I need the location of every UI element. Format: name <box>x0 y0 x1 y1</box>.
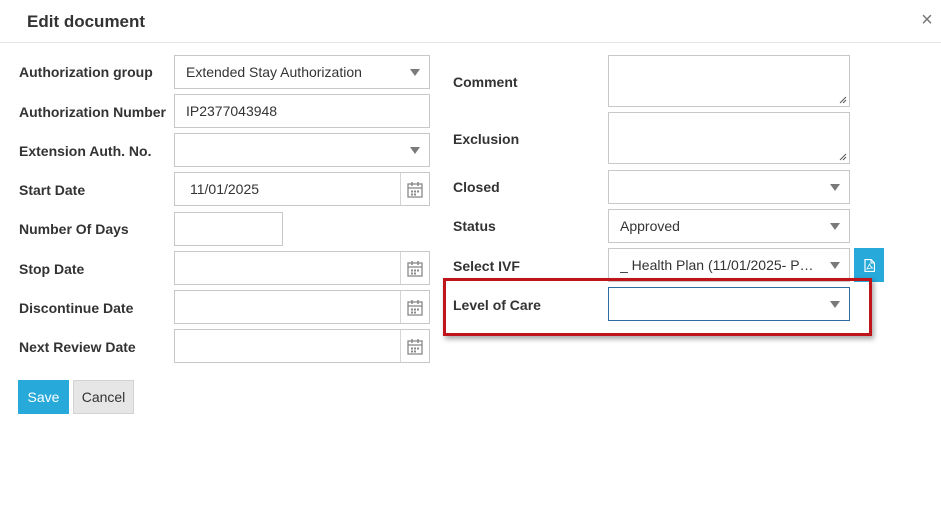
pdf-icon <box>863 258 875 272</box>
discontinue-date-input[interactable] <box>174 290 430 324</box>
status-label: Status <box>453 218 496 234</box>
dialog-header: Edit document × <box>0 0 941 43</box>
select-ivf-value: _ Health Plan (11/01/2025- Pri… <box>620 257 815 273</box>
stop-date-input[interactable] <box>174 251 430 285</box>
authorization-number-input[interactable]: IP2377043948 <box>174 94 430 128</box>
select-ivf-select[interactable]: _ Health Plan (11/01/2025- Pri… <box>608 248 850 282</box>
next-review-date-label: Next Review Date <box>19 339 136 355</box>
caret-down-icon <box>830 262 840 269</box>
save-button[interactable]: Save <box>18 380 69 414</box>
status-select[interactable]: Approved <box>608 209 850 243</box>
pdf-button[interactable] <box>854 248 884 282</box>
authorization-number-value: IP2377043948 <box>186 103 278 119</box>
number-of-days-label: Number Of Days <box>19 221 129 237</box>
authorization-number-label: Authorization Number <box>19 104 166 120</box>
start-date-value: 11/01/2025 <box>190 181 260 197</box>
comment-textarea[interactable] <box>608 55 850 107</box>
stop-date-label: Stop Date <box>19 261 85 277</box>
select-ivf-label: Select IVF <box>453 258 520 274</box>
closed-select[interactable] <box>608 170 850 204</box>
discontinue-date-label: Discontinue Date <box>19 300 134 316</box>
caret-down-icon <box>410 147 420 154</box>
resize-grip-icon[interactable] <box>839 96 847 104</box>
number-of-days-input[interactable] <box>174 212 283 246</box>
caret-down-icon <box>410 69 420 76</box>
status-value: Approved <box>620 218 680 234</box>
calendar-icon[interactable] <box>400 252 429 284</box>
calendar-icon[interactable] <box>400 173 429 205</box>
authorization-group-label: Authorization group <box>19 64 153 80</box>
caret-down-icon <box>830 223 840 230</box>
extension-auth-no-select[interactable] <box>174 133 430 167</box>
calendar-icon[interactable] <box>400 330 429 362</box>
authorization-group-value: Extended Stay Authorization <box>186 64 362 80</box>
start-date-label: Start Date <box>19 182 86 198</box>
caret-down-icon <box>830 184 840 191</box>
calendar-icon[interactable] <box>400 291 429 323</box>
exclusion-label: Exclusion <box>453 131 520 147</box>
next-review-date-input[interactable] <box>174 329 430 363</box>
exclusion-textarea[interactable] <box>608 112 850 164</box>
resize-grip-icon[interactable] <box>839 153 847 161</box>
cancel-button[interactable]: Cancel <box>73 380 134 414</box>
start-date-input[interactable]: 11/01/2025 <box>174 172 430 206</box>
annotation-highlight-box <box>443 278 872 336</box>
closed-label: Closed <box>453 179 500 195</box>
close-icon[interactable]: × <box>918 9 936 31</box>
extension-auth-no-label: Extension Auth. No. <box>19 143 152 159</box>
comment-label: Comment <box>453 74 518 90</box>
authorization-group-select[interactable]: Extended Stay Authorization <box>174 55 430 89</box>
dialog-title: Edit document <box>27 12 146 31</box>
